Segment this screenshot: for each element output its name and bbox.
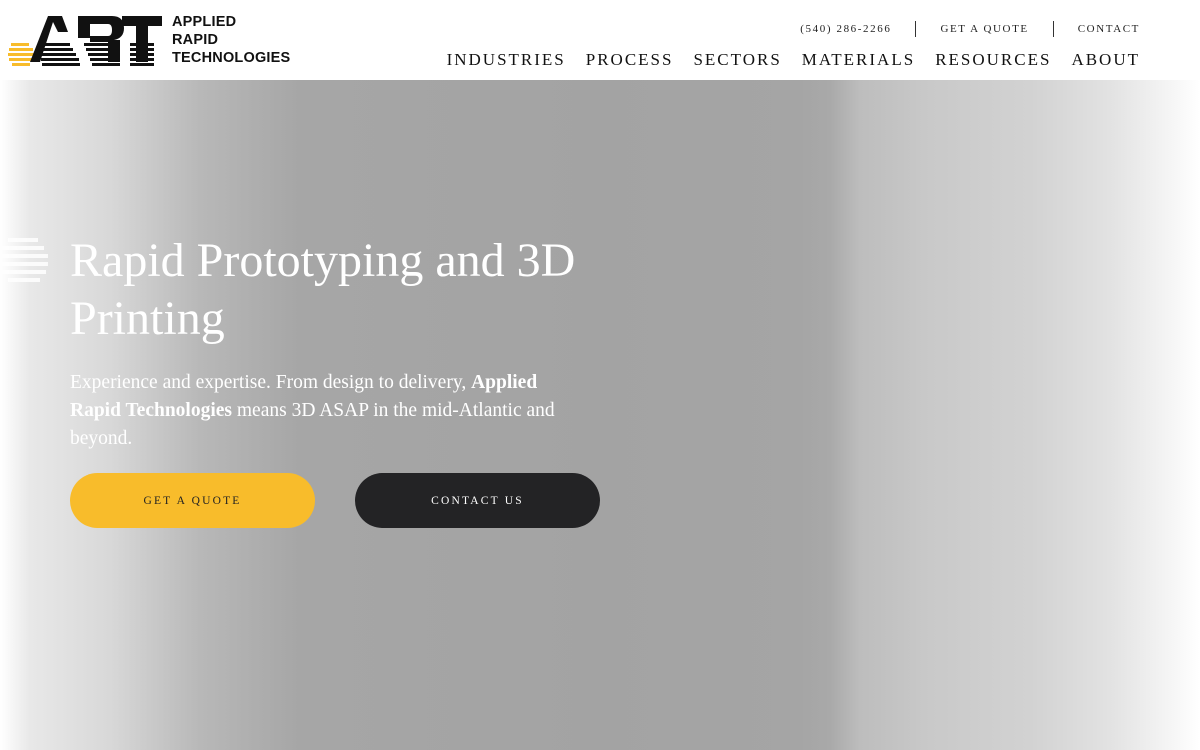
site-logo[interactable]: APPLIED RAPID TECHNOLOGIES (8, 12, 308, 68)
logo-wordmark: APPLIED RAPID TECHNOLOGIES (172, 13, 290, 67)
art-logo-mark (8, 16, 162, 66)
get-a-quote-link[interactable]: GET A QUOTE (940, 23, 1028, 35)
utility-nav: (540) 286-2266 GET A QUOTE CONTACT (800, 18, 1140, 40)
contact-us-button[interactable]: CONTACT US (355, 473, 600, 528)
hero-title: Rapid Prototyping and 3D Printing (70, 234, 576, 345)
nav-item-industries[interactable]: INDUSTRIES (447, 50, 566, 70)
contact-link[interactable]: CONTACT (1078, 23, 1140, 35)
utility-divider (1052, 21, 1054, 37)
nav-item-about[interactable]: ABOUT (1071, 50, 1140, 70)
get-a-quote-button[interactable]: GET A QUOTE (70, 473, 315, 528)
hero-subtitle-lead: Experience and expertise. From design to… (70, 372, 472, 393)
main-nav: INDUSTRIES PROCESS SECTORS MATERIALS RES… (427, 50, 1140, 70)
phone-link[interactable]: (540) 286-2266 (800, 23, 891, 35)
striped-sun-icon (0, 238, 48, 282)
logo-word-rapid: RAPID (172, 32, 219, 48)
hero-section: Rapid Prototyping and 3D Printing Experi… (0, 80, 1200, 750)
logo-word-technologies: TECHNOLOGIES (172, 50, 291, 66)
nav-item-materials[interactable]: MATERIALS (802, 50, 915, 70)
nav-item-process[interactable]: PROCESS (586, 50, 674, 70)
nav-item-resources[interactable]: RESOURCES (935, 50, 1051, 70)
hero-subtitle: Experience and expertise. From design to… (70, 369, 590, 453)
logo-word-applied: APPLIED (172, 14, 237, 30)
site-header: APPLIED RAPID TECHNOLOGIES (540) 286-226… (0, 0, 1200, 80)
utility-divider (915, 21, 917, 37)
nav-item-sectors[interactable]: SECTORS (693, 50, 781, 70)
